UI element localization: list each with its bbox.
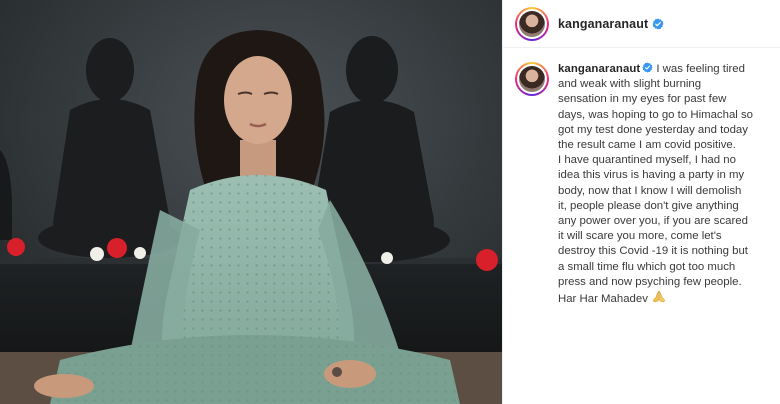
post-photo-illustration xyxy=(0,0,502,404)
caption-row: kanganaranaut I was feeling tired and wea… xyxy=(503,48,780,307)
post-photo[interactable] xyxy=(0,0,502,404)
caption-last-line: Har Har Mahadev xyxy=(558,290,768,307)
caption-text-line: a small time flu which got too much xyxy=(558,260,736,273)
instagram-post: kanganaranaut kanganaranaut I was feeling… xyxy=(0,0,780,404)
caption-avatar[interactable] xyxy=(515,62,549,96)
header-username[interactable]: kanganaranaut xyxy=(558,17,648,31)
caption-text-line: I was feeling tired xyxy=(656,63,745,75)
post-side-panel: kanganaranaut kanganaranaut I was feeling… xyxy=(502,0,780,404)
caption-text-line: it, people please don't give anything xyxy=(558,199,739,212)
caption-text-line: got my test done yesterday and today xyxy=(558,123,748,136)
praying-hands-icon xyxy=(653,290,665,303)
caption-text-line: the result came I am covid positive. xyxy=(558,139,736,152)
caption-text-line: sensation in my eyes for past few xyxy=(558,93,727,106)
verified-badge-icon xyxy=(652,18,664,29)
caption-text-line: it will scare you more, come let's xyxy=(558,230,722,243)
caption-text-line: and weak with slight burning xyxy=(558,78,702,91)
caption-text-line: idea this virus is having a party in my xyxy=(558,169,745,182)
post-caption: kanganaranaut I was feeling tired and wea… xyxy=(558,62,768,307)
caption-text-line: destroy this Covid -19 it is nothing but xyxy=(558,245,748,258)
caption-text-line: press and now psyching few people. xyxy=(558,275,742,288)
profile-avatar[interactable] xyxy=(515,6,549,41)
caption-first-line: kanganaranaut I was feeling tired xyxy=(558,62,768,77)
caption-text-line: Har Har Mahadev xyxy=(558,293,648,306)
verified-badge-icon xyxy=(642,62,653,73)
caption-text-line: body, now that I know I will demolish xyxy=(558,184,742,197)
caption-username[interactable]: kanganaranaut xyxy=(558,63,640,75)
caption-text-line: I have quarantined myself, I had no xyxy=(558,154,736,167)
caption-text-line: any power over you, if you are scared xyxy=(558,215,748,228)
post-header: kanganaranaut xyxy=(503,0,780,48)
caption-text-line: days, was hoping to go to Himachal so xyxy=(558,108,754,121)
